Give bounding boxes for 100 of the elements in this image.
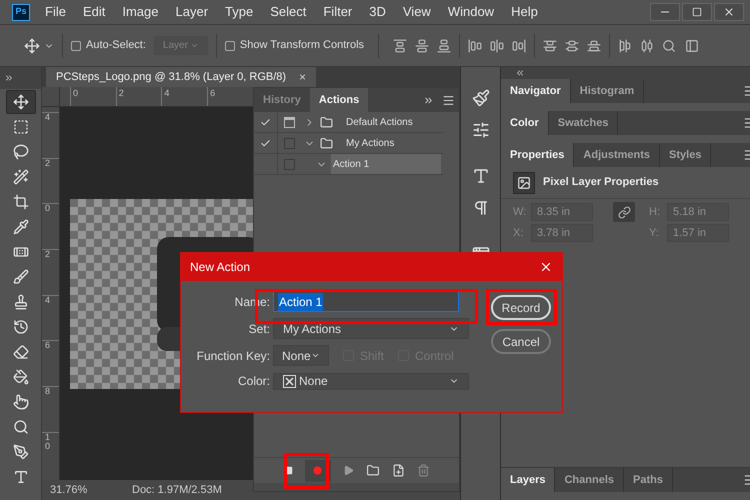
align-icon[interactable]	[565, 38, 580, 52]
history-icon	[12, 319, 28, 335]
menu-item[interactable]: Type	[225, 2, 254, 22]
action-row[interactable]: My Actions	[344, 133, 396, 153]
close-button[interactable]	[714, 3, 744, 21]
function-key-label: Function Key:	[196, 348, 271, 364]
move-tool[interactable]	[6, 90, 36, 114]
auto-select-checkbox[interactable]	[71, 40, 81, 50]
menu-item[interactable]: Window	[448, 2, 494, 22]
record-button[interactable]: Record	[491, 295, 551, 320]
cancel-button[interactable]: Cancel	[491, 329, 551, 354]
align-icon[interactable]	[587, 38, 602, 52]
dialog-toggle[interactable]	[284, 138, 294, 148]
dialog-title: New Action	[190, 259, 250, 276]
folder-icon	[319, 116, 334, 128]
panel-tab[interactable]: Color	[501, 111, 549, 135]
document-tab[interactable]: PCSteps_Logo.png @ 31.8% (Layer 0, RGB/8) ×	[46, 67, 316, 87]
ruler-label: 4	[164, 88, 170, 98]
check-icon[interactable]	[260, 138, 271, 148]
align-icon[interactable]	[543, 38, 558, 52]
align-icon[interactable]	[393, 38, 408, 52]
panel-menu-icon[interactable]	[442, 94, 455, 106]
workspace-icon[interactable]	[684, 38, 700, 52]
move-icon[interactable]	[24, 38, 40, 54]
link-button[interactable]	[613, 202, 635, 222]
collapse-icon[interactable]	[515, 68, 525, 78]
no-color-icon	[283, 374, 296, 388]
ruler-label: 8	[45, 387, 51, 396]
app-logo: Ps	[12, 4, 30, 20]
stamp-icon	[12, 294, 28, 310]
menu-item[interactable]: Select	[270, 2, 306, 22]
align-icon[interactable]	[618, 38, 632, 52]
document-size: Doc: 1.97M/2.53M	[132, 482, 222, 498]
brush-presets-icon[interactable]	[472, 89, 490, 107]
action-row[interactable]: Default Actions	[344, 112, 415, 132]
highlight-frame	[284, 453, 329, 489]
highlight-frame	[486, 289, 557, 325]
chevron-down-icon	[190, 41, 199, 50]
brush-icon	[12, 269, 28, 285]
image-icon	[517, 176, 531, 190]
sliders-icon[interactable]	[472, 121, 490, 139]
menu-item[interactable]: 3D	[369, 2, 386, 22]
dialog-toggle[interactable]	[284, 158, 294, 170]
set-label: Set:	[248, 320, 271, 338]
color-label: Color:	[236, 373, 271, 390]
panel-tab[interactable]: Navigator	[501, 79, 571, 103]
align-icon[interactable]	[415, 38, 430, 52]
bucket-icon	[12, 369, 28, 385]
align-icon[interactable]	[468, 38, 482, 52]
panel-tab[interactable]: Swatches	[548, 111, 618, 135]
dot-icon	[313, 466, 322, 475]
panel-tab[interactable]: Actions	[310, 88, 368, 112]
scrollbar[interactable]	[254, 483, 459, 491]
ruler-label: 2	[118, 88, 124, 98]
wand-icon	[12, 169, 28, 185]
crop-icon	[12, 194, 28, 210]
maximize-icon	[692, 7, 702, 17]
dialog-toggle[interactable]	[284, 116, 294, 128]
align-icon[interactable]	[437, 38, 452, 52]
chevron-down-icon	[311, 351, 320, 360]
check-icon[interactable]	[260, 116, 271, 128]
tab-close-button[interactable]: ×	[298, 68, 306, 86]
panel-tab[interactable]: Properties	[501, 143, 574, 167]
folder-icon	[319, 136, 334, 150]
new-action-button[interactable]	[392, 464, 404, 477]
ruler-label: 4	[45, 113, 51, 122]
expand-icon[interactable]	[4, 73, 14, 83]
type-icon	[12, 469, 28, 485]
new-set-button[interactable]	[366, 464, 380, 477]
marquee-icon	[12, 119, 28, 135]
menu-item[interactable]: Layer	[176, 2, 208, 22]
transform-controls-checkbox[interactable]	[224, 40, 235, 50]
character-icon[interactable]	[472, 167, 490, 185]
expand-icon[interactable]	[423, 94, 434, 106]
play-button[interactable]	[342, 465, 354, 476]
close-icon	[723, 6, 735, 18]
pen-icon	[12, 444, 28, 460]
ruler-label: 0	[73, 88, 78, 98]
transform-controls-label: Show Transform Controls	[240, 38, 364, 54]
name-field[interactable]: Action 1	[273, 291, 459, 312]
align-icon[interactable]	[490, 38, 504, 52]
panel-tab[interactable]: Layers	[501, 468, 556, 492]
close-icon[interactable]	[539, 260, 553, 274]
color-dropdown[interactable]: None	[273, 372, 469, 390]
ruler-label: 2	[45, 158, 51, 168]
align-icon[interactable]	[640, 38, 654, 52]
auto-select-label: Auto-Select:	[86, 38, 146, 54]
action-row[interactable]: Action 1	[331, 154, 441, 174]
lasso-icon	[12, 144, 28, 160]
align-icon[interactable]	[512, 38, 526, 52]
function-key-dropdown[interactable]: None	[273, 345, 329, 366]
search-icon[interactable]	[662, 38, 676, 52]
maximize-button[interactable]	[682, 3, 712, 21]
menu-item[interactable]: View	[402, 2, 431, 22]
menu-item[interactable]: File	[45, 2, 66, 22]
menu-item[interactable]: Edit	[82, 2, 106, 22]
move-icon	[12, 94, 28, 110]
menu-item[interactable]: Filter	[323, 2, 352, 22]
menu-item[interactable]: Help	[511, 2, 538, 22]
menu-item[interactable]: Image	[122, 2, 158, 22]
